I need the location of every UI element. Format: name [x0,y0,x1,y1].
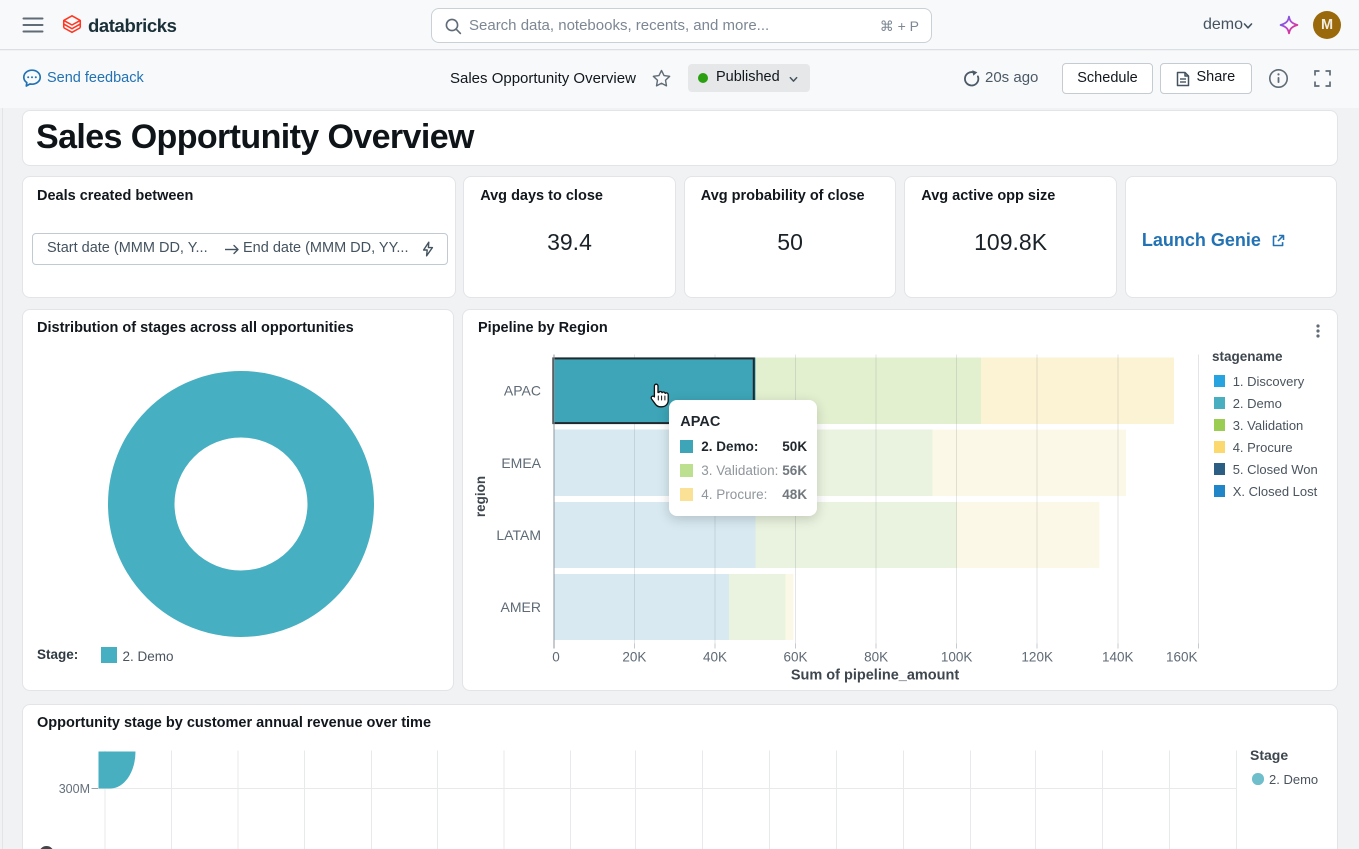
svg-text:80K: 80K [864,650,888,665]
svg-text:120K: 120K [1021,650,1053,665]
svg-text:140K: 140K [1102,650,1134,665]
svg-text:160K: 160K [1166,650,1198,665]
svg-text:LATAM: LATAM [496,527,541,543]
svg-text:EMEA: EMEA [501,455,541,471]
svg-text:APAC: APAC [504,383,541,399]
svg-text:region: region [473,476,488,517]
svg-text:Sum of pipeline_amount: Sum of pipeline_amount [791,668,960,684]
svg-text:20K: 20K [622,650,646,665]
svg-text:40K: 40K [703,650,727,665]
svg-text:300M: 300M [58,782,89,796]
svg-text:100K: 100K [941,650,973,665]
svg-text:0: 0 [552,650,560,665]
svg-text:60K: 60K [783,650,807,665]
svg-text:AMER: AMER [501,599,541,615]
